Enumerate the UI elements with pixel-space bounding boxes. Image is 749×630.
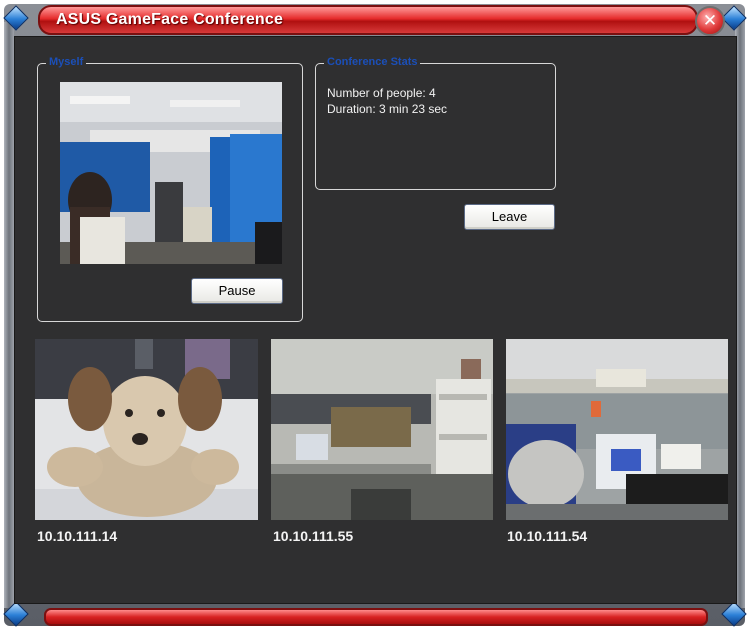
title-bar[interactable]: ASUS GameFace Conference (38, 5, 698, 35)
participant-ip: 10.10.111.14 (37, 528, 118, 544)
pause-button[interactable]: Pause (191, 278, 283, 304)
people-count: Number of people: 4 (327, 86, 436, 100)
conference-stats-legend: Conference Stats (324, 56, 421, 68)
participant-ip: 10.10.111.55 (273, 528, 354, 544)
frame-left-edge (4, 22, 14, 608)
close-button[interactable]: ✕ (695, 6, 725, 36)
bottom-bar (44, 608, 708, 626)
window-title: ASUS GameFace Conference (56, 11, 284, 28)
leave-button[interactable]: Leave (464, 204, 555, 230)
duration-text: Duration: 3 min 23 sec (327, 102, 448, 116)
participant-video (271, 339, 493, 520)
close-icon: ✕ (702, 10, 718, 31)
participant-video (506, 339, 728, 520)
self-video (60, 82, 282, 264)
myself-legend: Myself (46, 56, 87, 68)
participant-video (35, 339, 258, 520)
participant-ip: 10.10.111.54 (507, 528, 588, 544)
conference-stats-group: Conference Stats Number of people: 4 Dur… (315, 56, 556, 190)
main-panel: Myself Pause Conference Stats Number of … (14, 36, 737, 604)
